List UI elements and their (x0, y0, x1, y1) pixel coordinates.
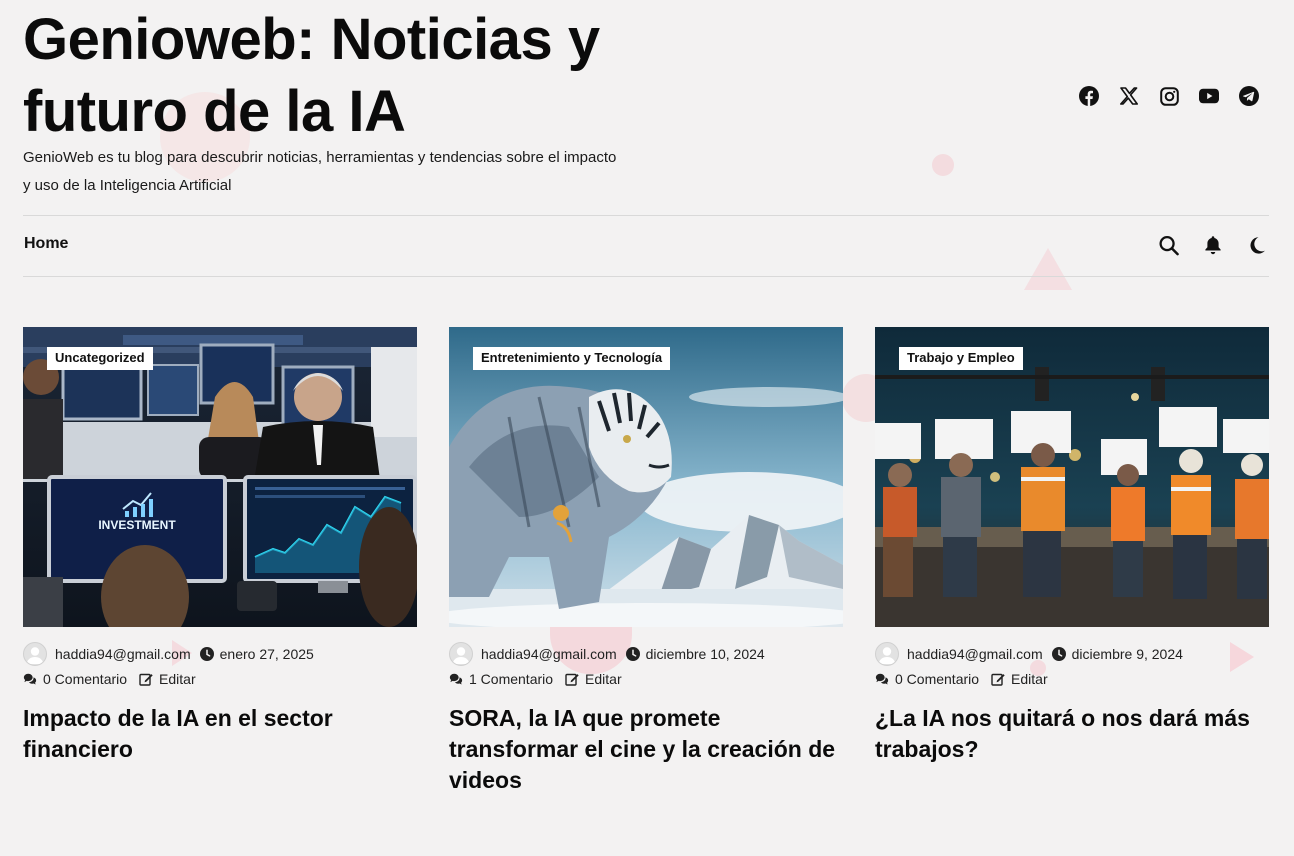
post-image-trading-office: INVESTMENT (23, 327, 417, 627)
post-date[interactable]: diciembre 10, 2024 (646, 646, 765, 662)
post-title[interactable]: ¿La IA nos quitará o nos dará más trabaj… (875, 703, 1269, 765)
post-thumbnail[interactable]: INVESTMENT Uncategorized (23, 327, 417, 627)
main-navigation: Home (23, 215, 1269, 277)
comments-link[interactable]: 0 Comentario (43, 671, 127, 687)
edit-link[interactable]: Editar (159, 671, 196, 687)
edit-link[interactable]: Editar (585, 671, 622, 687)
clock-icon (625, 646, 640, 661)
clock-icon (199, 646, 214, 661)
x-icon[interactable] (1119, 85, 1139, 107)
facebook-icon[interactable] (1079, 85, 1099, 107)
comments-icon (875, 672, 889, 686)
post-meta: haddia94@gmail.com enero 27, 2025 0 Come… (23, 641, 417, 691)
author-avatar[interactable] (875, 641, 899, 666)
instagram-icon[interactable] (1159, 85, 1179, 107)
bell-icon[interactable] (1203, 234, 1223, 256)
author-avatar[interactable] (449, 641, 473, 666)
nav-home-link[interactable]: Home (24, 235, 68, 253)
site-header: Genioweb: Noticias y futuro de la IA Gen… (23, 0, 1269, 216)
post-image-label: INVESTMENT (98, 518, 176, 532)
moon-icon[interactable] (1247, 234, 1267, 256)
post-meta: haddia94@gmail.com diciembre 9, 2024 0 C… (875, 641, 1269, 691)
clock-icon (1051, 646, 1066, 661)
youtube-icon[interactable] (1199, 85, 1219, 107)
comments-icon (23, 672, 37, 686)
search-icon[interactable] (1159, 234, 1179, 256)
author-link[interactable]: haddia94@gmail.com (55, 646, 191, 662)
post-card: Entretenimiento y Tecnología haddia94@gm… (449, 327, 843, 796)
social-links (1079, 85, 1259, 107)
post-card: INVESTMENT Uncategorized haddia94@gmail.… (23, 327, 417, 765)
site-title[interactable]: Genioweb: Noticias y futuro de la IA (23, 4, 663, 148)
category-badge[interactable]: Entretenimiento y Tecnología (473, 347, 671, 370)
comments-link[interactable]: 0 Comentario (895, 671, 979, 687)
post-meta: haddia94@gmail.com diciembre 10, 2024 1 … (449, 641, 843, 691)
comments-icon (449, 672, 463, 686)
edit-icon (991, 672, 1005, 686)
nav-tools (1159, 234, 1267, 256)
post-image-robot-tiger (449, 327, 843, 627)
site-description: GenioWeb es tu blog para descubrir notic… (23, 149, 617, 194)
post-card: Trabajo y Empleo haddia94@gmail.com dici… (875, 327, 1269, 765)
post-thumbnail[interactable]: Entretenimiento y Tecnología (449, 327, 843, 627)
telegram-icon[interactable] (1239, 85, 1259, 107)
edit-icon (139, 672, 153, 686)
post-date[interactable]: diciembre 9, 2024 (1072, 646, 1183, 662)
post-title[interactable]: Impacto de la IA en el sector financiero (23, 703, 417, 765)
post-image-workers-protest (875, 327, 1269, 627)
author-avatar[interactable] (23, 641, 47, 666)
category-badge[interactable]: Trabajo y Empleo (899, 347, 1023, 370)
author-link[interactable]: haddia94@gmail.com (907, 646, 1043, 662)
category-badge[interactable]: Uncategorized (47, 347, 153, 370)
author-link[interactable]: haddia94@gmail.com (481, 646, 617, 662)
post-title[interactable]: SORA, la IA que promete transformar el c… (449, 703, 843, 796)
post-thumbnail[interactable]: Trabajo y Empleo (875, 327, 1269, 627)
edit-icon (565, 672, 579, 686)
edit-link[interactable]: Editar (1011, 671, 1048, 687)
post-date[interactable]: enero 27, 2025 (220, 646, 314, 662)
comments-link[interactable]: 1 Comentario (469, 671, 553, 687)
